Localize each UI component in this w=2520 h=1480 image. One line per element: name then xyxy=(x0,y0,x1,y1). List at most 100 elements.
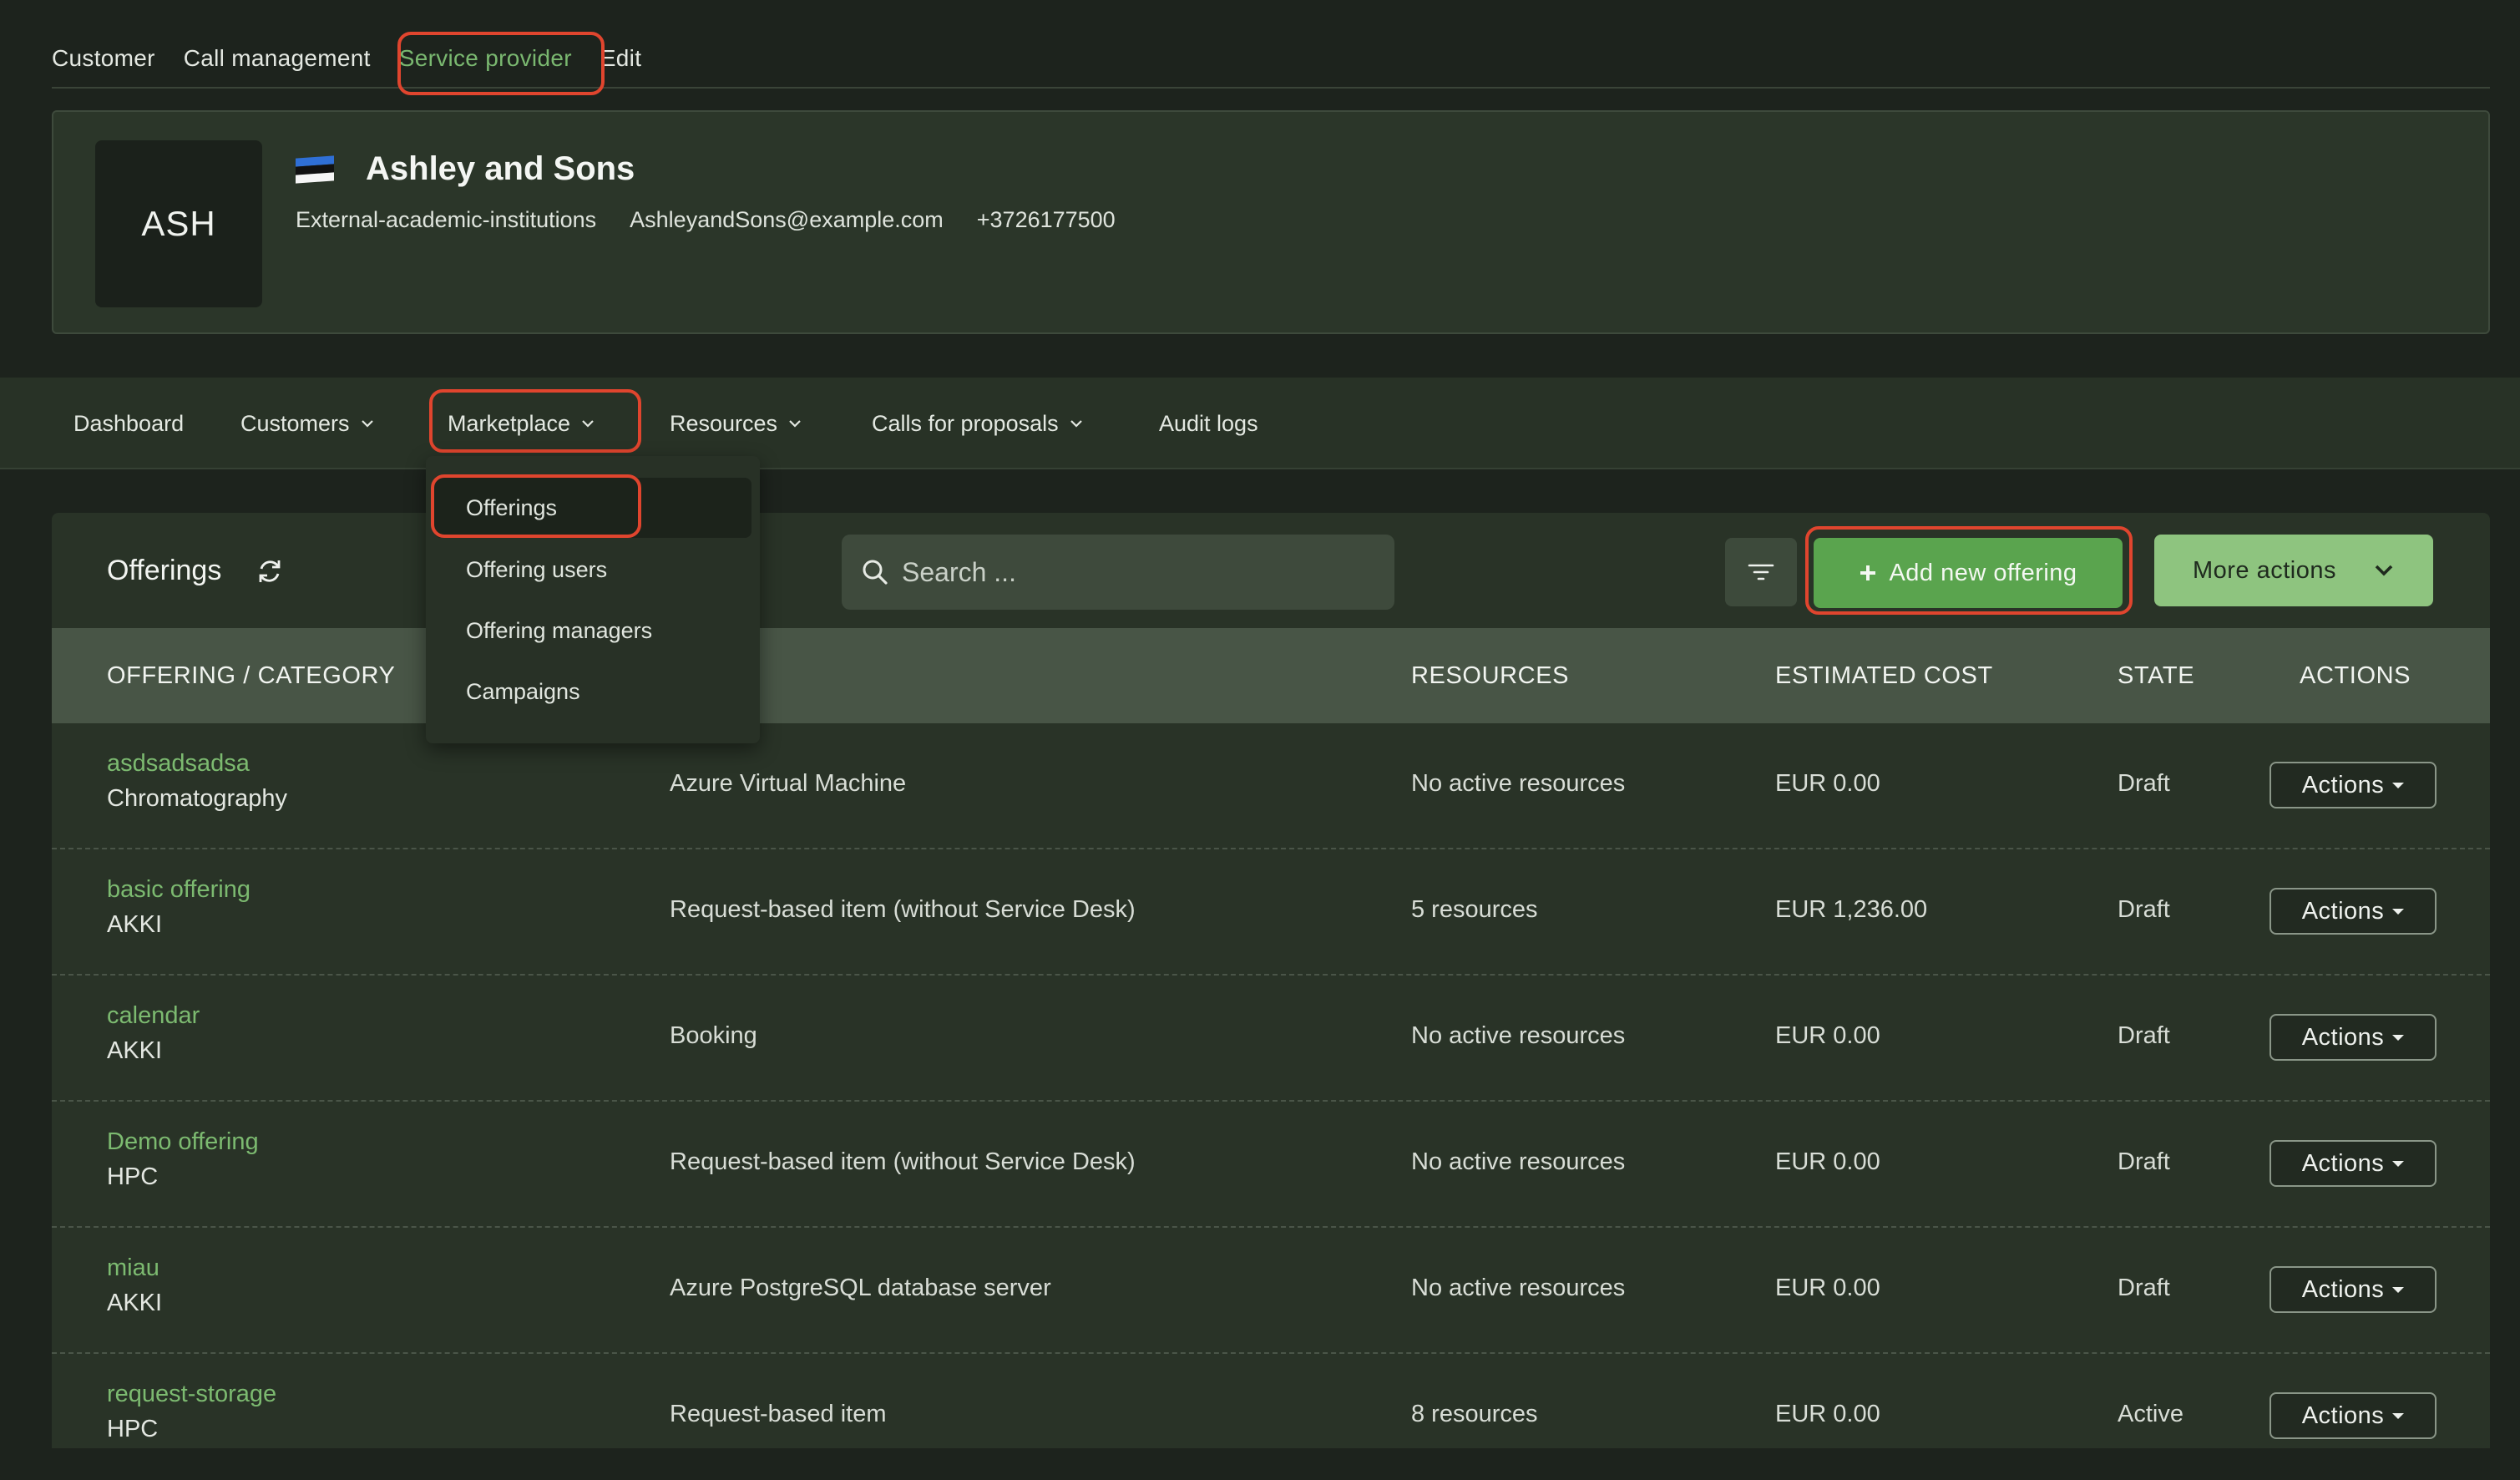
main-nav: Dashboard Customers Marketplace Resource… xyxy=(0,378,2520,469)
refresh-icon[interactable] xyxy=(255,556,285,586)
nav-calls-label: Calls for proposals xyxy=(872,410,1059,436)
header-actions: ACTIONS xyxy=(2300,661,2411,689)
top-tabs: Customer Call management Service provide… xyxy=(52,0,2490,89)
offering-resources: 5 resources xyxy=(1411,896,1538,923)
profile-meta: External-academic-institutions Ashleyand… xyxy=(296,207,1116,233)
filter-button[interactable] xyxy=(1725,538,1797,606)
offering-category: AKKI xyxy=(107,911,163,938)
add-new-offering-button[interactable]: Add new offering xyxy=(1814,538,2123,608)
offering-resources: 8 resources xyxy=(1411,1401,1538,1427)
row-actions-button[interactable]: Actions xyxy=(2270,1392,2437,1439)
more-actions-button[interactable]: More actions xyxy=(2154,535,2433,606)
offering-cost: EUR 0.00 xyxy=(1775,770,1880,797)
offering-category: AKKI xyxy=(107,1037,163,1064)
caret-down-icon xyxy=(2392,1160,2405,1167)
more-actions-label: More actions xyxy=(2192,556,2336,584)
customer-name: Ashley and Sons xyxy=(366,150,635,187)
offering-type: Request-based item (without Service Desk… xyxy=(670,1148,1136,1175)
offering-name-link[interactable]: miau xyxy=(107,1254,159,1282)
search-input[interactable] xyxy=(902,556,1369,588)
row-actions-label: Actions xyxy=(2301,1275,2385,1303)
offering-state: Draft xyxy=(2118,1275,2170,1301)
row-actions-label: Actions xyxy=(2301,1023,2385,1051)
menu-item-offering-managers[interactable]: Offering managers xyxy=(434,601,751,661)
nav-audit-logs[interactable]: Audit logs xyxy=(1159,378,1258,469)
avatar: ASH xyxy=(95,140,262,307)
offering-type: Request-based item (without Service Desk… xyxy=(670,896,1136,923)
search-icon xyxy=(863,560,888,585)
offering-type: Request-based item xyxy=(670,1401,887,1427)
header-estimated-cost: ESTIMATED COST xyxy=(1775,661,1993,689)
caret-down-icon xyxy=(2392,1286,2405,1293)
offering-cost: EUR 1,236.00 xyxy=(1775,896,1928,923)
offering-cost: EUR 0.00 xyxy=(1775,1148,1880,1175)
offering-type: Azure Virtual Machine xyxy=(670,770,907,797)
chevron-down-icon xyxy=(582,420,594,428)
nav-dashboard-label: Dashboard xyxy=(73,410,185,436)
panel-header: Offerings xyxy=(107,555,285,587)
customer-email: AshleyandSons@example.com xyxy=(630,207,944,232)
offering-state: Draft xyxy=(2118,1022,2170,1049)
offering-type: Booking xyxy=(670,1022,757,1049)
chevron-down-icon xyxy=(361,420,373,428)
header-resources: RESOURCES xyxy=(1411,661,1570,689)
caret-down-icon xyxy=(2392,1034,2405,1041)
row-actions-button[interactable]: Actions xyxy=(2270,1014,2437,1061)
menu-item-offerings[interactable]: Offerings xyxy=(434,478,751,538)
nav-audit-label: Audit logs xyxy=(1159,410,1258,436)
offering-cost: EUR 0.00 xyxy=(1775,1401,1880,1427)
caret-down-icon xyxy=(2392,1412,2405,1419)
offering-category: AKKI xyxy=(107,1290,163,1316)
offerings-panel: Offerings Add new offering More actions xyxy=(52,513,2490,1448)
plus-icon xyxy=(1860,565,1876,580)
row-actions-label: Actions xyxy=(2301,1149,2385,1177)
row-actions-label: Actions xyxy=(2301,771,2385,798)
customer-phone: +3726177500 xyxy=(976,207,1116,232)
row-actions-button[interactable]: Actions xyxy=(2270,888,2437,935)
offering-state: Active xyxy=(2118,1401,2183,1427)
offering-resources: No active resources xyxy=(1411,1275,1626,1301)
offering-category: HPC xyxy=(107,1416,159,1442)
tab-call-management[interactable]: Call management xyxy=(184,45,371,87)
chevron-down-icon xyxy=(789,420,801,428)
offering-resources: No active resources xyxy=(1411,1148,1626,1175)
nav-calls-for-proposals[interactable]: Calls for proposals xyxy=(872,378,1084,469)
filter-icon xyxy=(1748,564,1774,580)
offering-type: Azure PostgreSQL database server xyxy=(670,1275,1051,1301)
table-row: asdsadsadsa Chromatography Azure Virtual… xyxy=(52,723,2490,849)
offering-cost: EUR 0.00 xyxy=(1775,1022,1880,1049)
search-box xyxy=(842,535,1394,610)
offering-name-link[interactable]: basic offering xyxy=(107,876,250,904)
offering-category: HPC xyxy=(107,1163,159,1190)
offering-state: Draft xyxy=(2118,896,2170,923)
tab-customer[interactable]: Customer xyxy=(52,45,155,87)
offering-category: Chromatography xyxy=(107,785,287,812)
menu-item-offering-users[interactable]: Offering users xyxy=(434,540,751,600)
nav-dashboard[interactable]: Dashboard xyxy=(73,378,184,469)
header-state: STATE xyxy=(2118,661,2195,689)
nav-marketplace-label: Marketplace xyxy=(448,410,571,436)
table-row: Demo offering HPC Request-based item (wi… xyxy=(52,1102,2490,1228)
row-actions-label: Actions xyxy=(2301,1401,2385,1429)
offering-name-link[interactable]: calendar xyxy=(107,1002,200,1030)
estonia-flag-icon xyxy=(296,155,334,184)
customer-profile-card: ASH Ashley and Sons External-academic-in… xyxy=(52,110,2490,334)
offering-name-link[interactable]: Demo offering xyxy=(107,1128,259,1156)
table-row: calendar AKKI Booking No active resource… xyxy=(52,976,2490,1102)
row-actions-button[interactable]: Actions xyxy=(2270,1266,2437,1313)
nav-resources-label: Resources xyxy=(670,410,778,436)
chevron-down-icon xyxy=(1070,420,1082,428)
row-actions-button[interactable]: Actions xyxy=(2270,762,2437,808)
row-actions-button[interactable]: Actions xyxy=(2270,1140,2437,1187)
tab-edit[interactable]: Edit xyxy=(600,45,641,87)
offering-name-link[interactable]: asdsadsadsa xyxy=(107,750,250,778)
offering-name-link[interactable]: request-storage xyxy=(107,1381,276,1408)
offering-resources: No active resources xyxy=(1411,1022,1626,1049)
menu-item-campaigns[interactable]: Campaigns xyxy=(434,661,751,722)
tab-service-provider[interactable]: Service provider xyxy=(399,45,572,87)
nav-customers-label: Customers xyxy=(240,410,350,436)
page-title: Offerings xyxy=(107,555,222,586)
row-actions-label: Actions xyxy=(2301,897,2385,925)
table-row: miau AKKI Azure PostgreSQL database serv… xyxy=(52,1228,2490,1354)
nav-customers[interactable]: Customers xyxy=(240,378,375,469)
